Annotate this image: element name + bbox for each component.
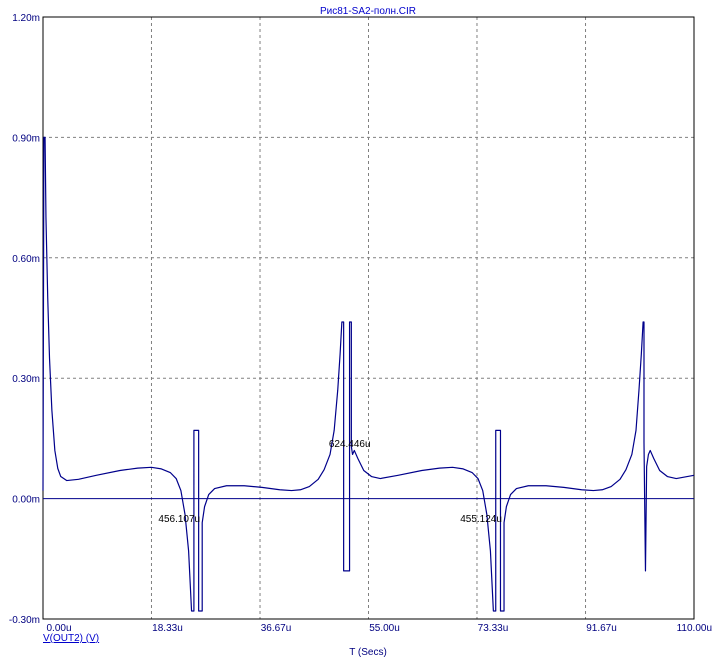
trace-label[interactable]: V(OUT2) (V)	[43, 633, 99, 644]
grid-layer	[43, 17, 694, 619]
label-layer: -0.30m0.00m0.30m0.60m0.90m1.20m0.00u 18.3…	[9, 13, 712, 634]
x-tick-label: 73.33u	[478, 623, 509, 634]
x-tick-label: 91.67u	[586, 623, 617, 634]
chart-title: Рис81-SA2-полн.CIR	[320, 6, 416, 17]
y-tick-label: 0.00m	[12, 495, 40, 506]
x-tick-label: 110.00u	[677, 623, 712, 634]
y-tick-label: 0.30m	[12, 374, 40, 385]
x-axis-label: T (Secs)	[349, 647, 387, 658]
x-tick-label: 18.33u	[152, 623, 183, 634]
y-tick-label: -0.30m	[9, 615, 40, 626]
chart-svg: -0.30m0.00m0.30m0.60m0.90m1.20m0.00u 18.3…	[9, 6, 712, 658]
annotation-label: 624.446u	[329, 439, 371, 450]
y-tick-label: 1.20m	[12, 13, 40, 24]
y-tick-label: 0.60m	[12, 254, 40, 265]
annotation-label: 456.107u	[158, 514, 200, 525]
x-tick-label: 55.00u	[369, 623, 400, 634]
annotation-label: 455.124u	[460, 514, 502, 525]
x-tick-label: 36.67u	[261, 623, 292, 634]
y-tick-label: 0.90m	[12, 133, 40, 144]
